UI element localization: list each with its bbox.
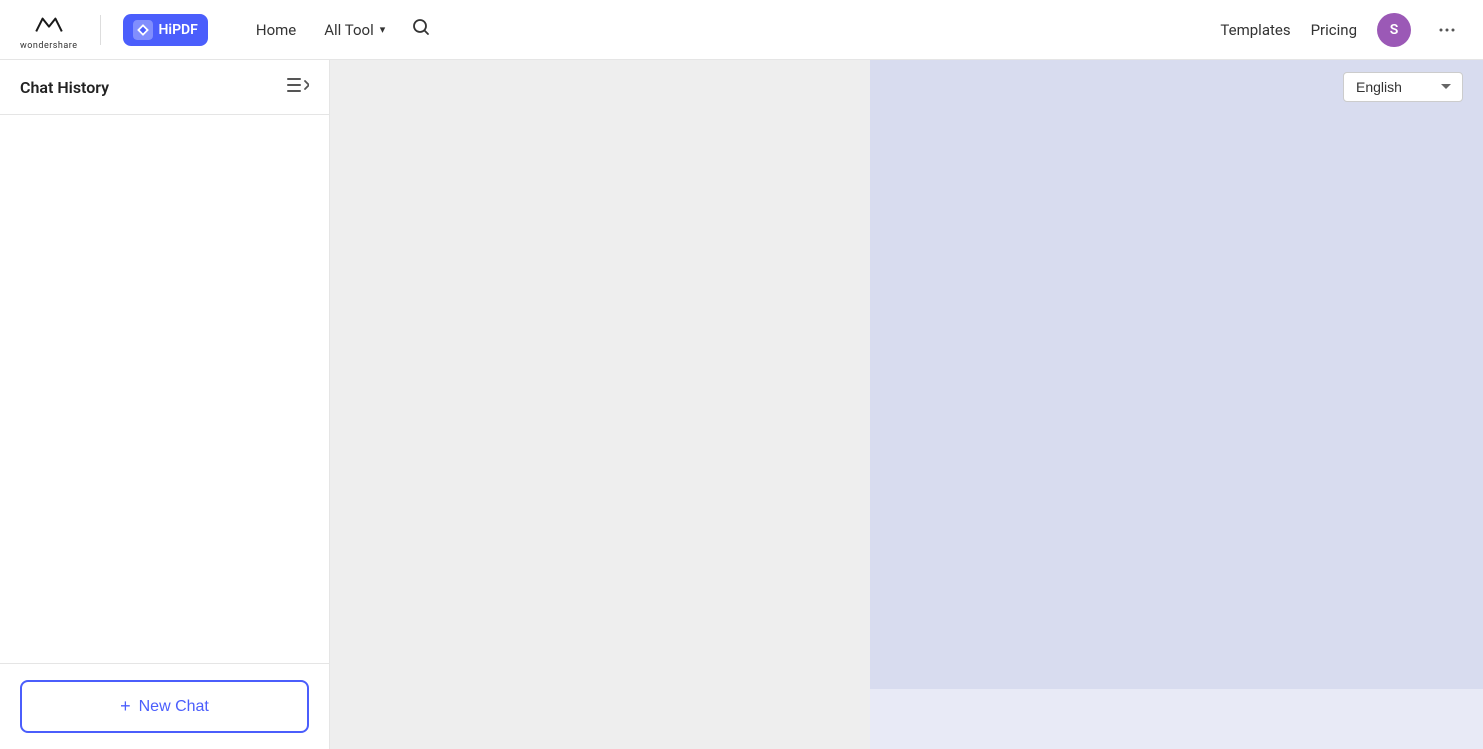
brand-divider (100, 15, 101, 45)
wondershare-text: wondershare (20, 41, 78, 51)
wondershare-logo[interactable]: wondershare (20, 9, 78, 51)
user-avatar[interactable]: S (1377, 13, 1411, 47)
sidebar: Chat History + New Chat (0, 60, 330, 749)
hipdf-badge-icon (133, 20, 153, 40)
nav-link-home[interactable]: Home (244, 15, 308, 45)
templates-link[interactable]: Templates (1220, 21, 1290, 39)
main-container: Chat History + New Chat (0, 60, 1483, 749)
wondershare-logo-icon (33, 9, 65, 41)
pricing-link[interactable]: Pricing (1311, 21, 1357, 39)
sidebar-footer: + New Chat (0, 663, 329, 749)
nav-link-all-tool[interactable]: All Tool ▾ (312, 15, 397, 45)
navbar-right: Templates Pricing S (1220, 13, 1463, 47)
language-select[interactable]: English Chinese French German Spanish Ja… (1343, 72, 1463, 102)
all-tool-label: All Tool (324, 21, 374, 39)
new-chat-label: New Chat (139, 698, 209, 716)
nav-links: Home All Tool ▾ (244, 11, 437, 48)
all-tool-chevron-icon: ▾ (380, 23, 386, 36)
hipdf-badge[interactable]: HiPDF (123, 14, 208, 46)
chat-panel-header: English Chinese French German Spanish Ja… (870, 60, 1483, 114)
navbar: wondershare HiPDF Home All Tool ▾ (0, 0, 1483, 60)
home-label: Home (256, 21, 296, 39)
plus-icon: + (120, 696, 131, 717)
chat-messages (870, 114, 1483, 689)
new-chat-button[interactable]: + New Chat (20, 680, 309, 733)
sidebar-header: Chat History (0, 60, 329, 115)
hipdf-label: HiPDF (159, 22, 198, 38)
brand: wondershare HiPDF (20, 9, 208, 51)
sidebar-collapse-button[interactable] (287, 76, 309, 99)
extra-menu-icon[interactable] (1431, 14, 1463, 46)
search-button[interactable] (405, 11, 437, 48)
chat-panel: English Chinese French German Spanish Ja… (870, 60, 1483, 749)
sidebar-content (0, 115, 329, 663)
collapse-icon (287, 76, 309, 94)
chat-doc-panel (330, 60, 870, 749)
chat-history-title: Chat History (20, 78, 109, 97)
chat-input-area (870, 689, 1483, 749)
menu-dots-icon (1437, 20, 1457, 40)
chat-area: English Chinese French German Spanish Ja… (330, 60, 1483, 749)
search-icon (411, 17, 431, 37)
